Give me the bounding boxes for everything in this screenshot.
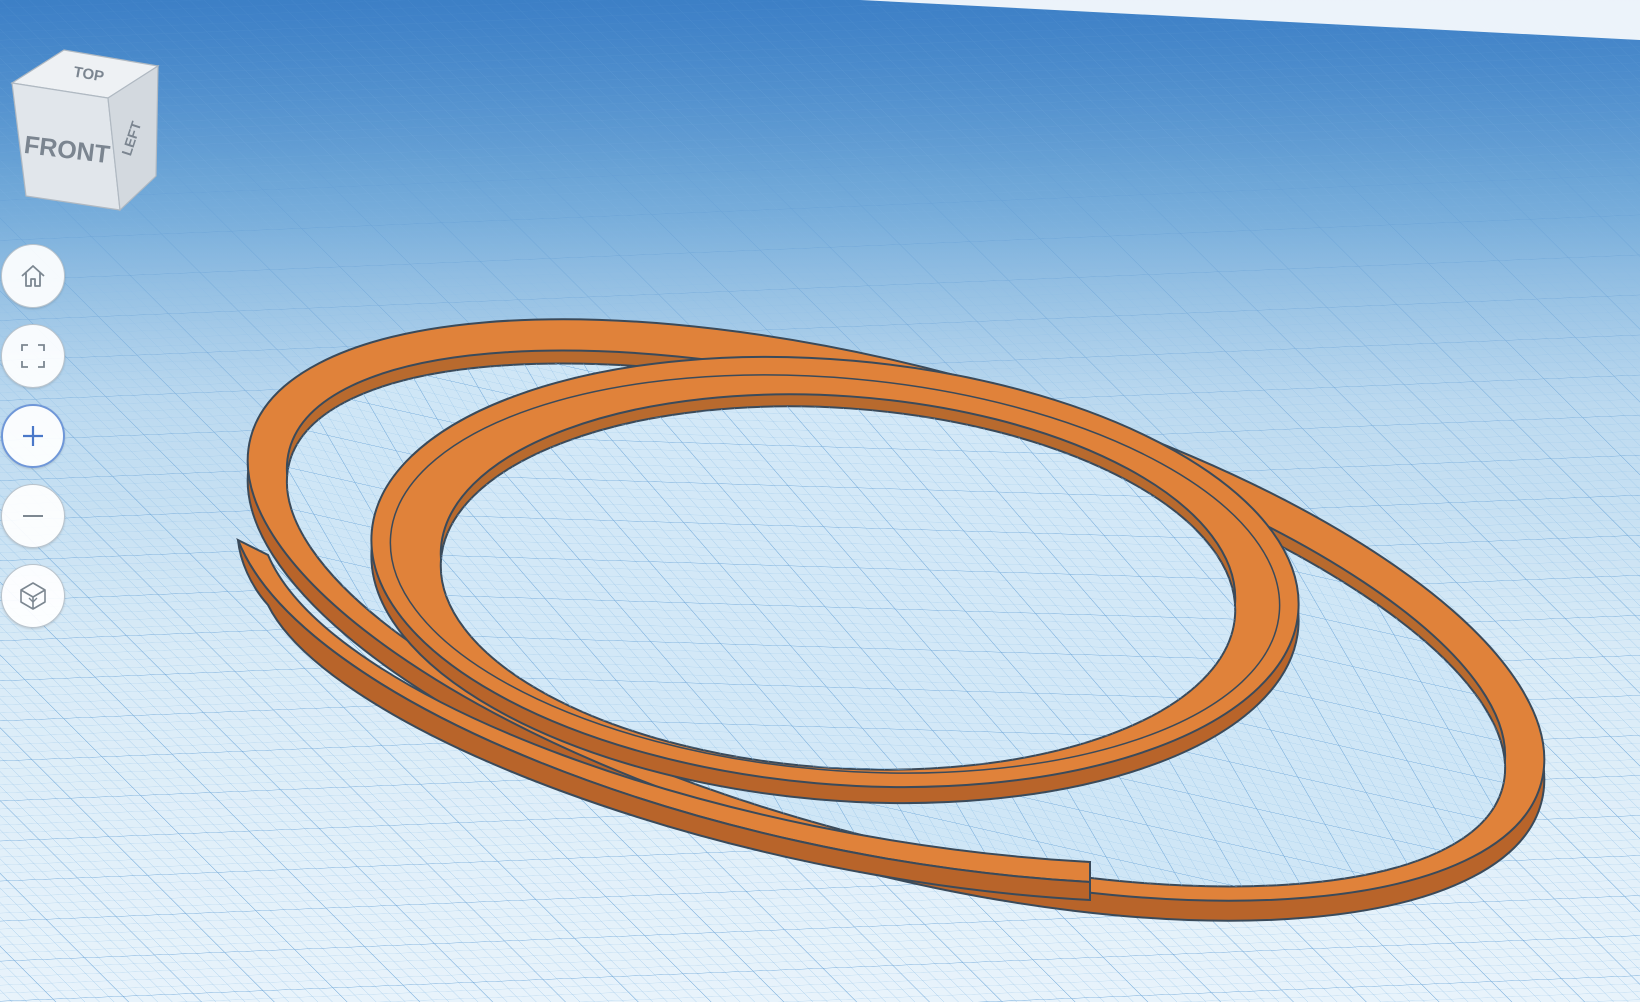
plus-icon (23, 426, 43, 446)
view-cube[interactable]: TOP FRONT LEFT (8, 48, 168, 218)
fit-view-button[interactable] (1, 324, 65, 388)
workplane-grid[interactable] (0, 0, 1640, 1002)
zoom-out-button[interactable] (1, 484, 65, 548)
home-view-button[interactable] (1, 244, 65, 308)
home-icon (21, 265, 45, 287)
zoom-in-button[interactable] (1, 404, 65, 468)
fit-to-view-icon (21, 344, 45, 368)
perspective-cube-icon (20, 582, 46, 610)
workplane[interactable]: TOP FRONT LEFT (0, 0, 1640, 1002)
ortho-view-button[interactable] (1, 564, 65, 628)
minus-icon (23, 515, 43, 517)
